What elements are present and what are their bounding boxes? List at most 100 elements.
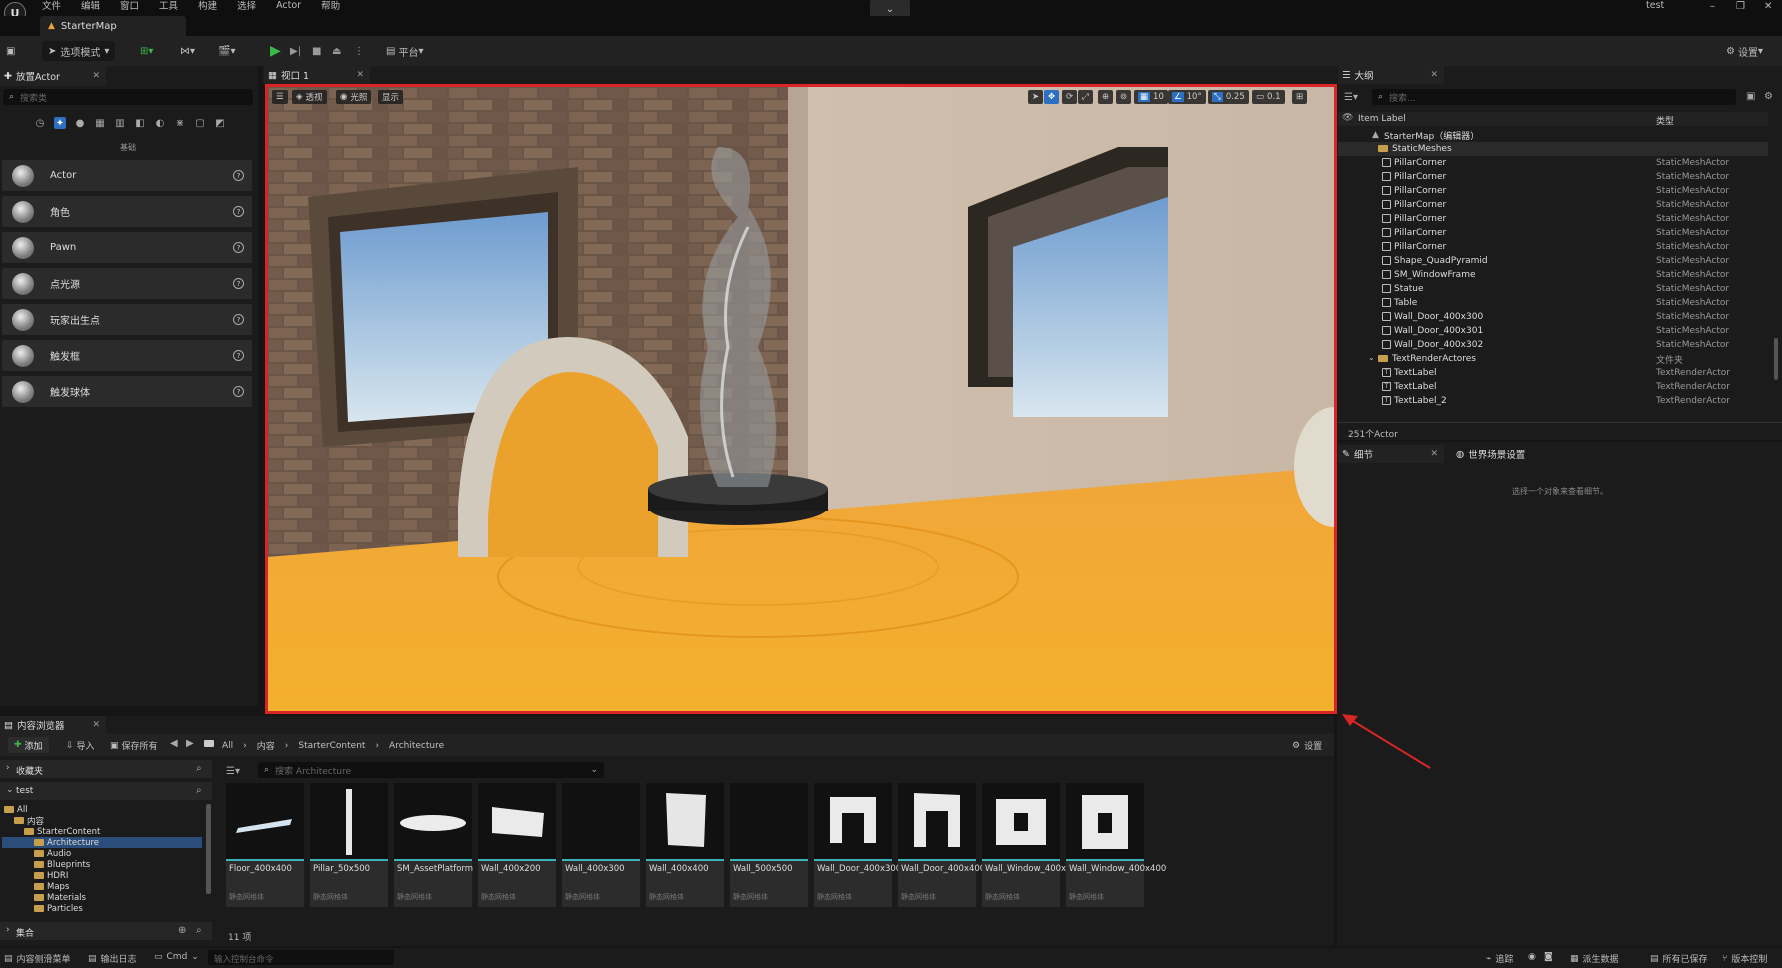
outliner-row[interactable]: T TextLabel_2 TextRenderActor bbox=[1338, 394, 1768, 408]
menu-tools[interactable]: 工具 bbox=[159, 0, 178, 12]
tree-item-maps[interactable]: Maps bbox=[34, 881, 69, 892]
help-icon[interactable]: ? bbox=[233, 242, 244, 253]
actor-item-trigger-box[interactable]: 触发框? bbox=[2, 340, 252, 371]
output-log-button[interactable]: ▤ 输出日志 bbox=[88, 952, 137, 966]
column-type[interactable]: 类型 bbox=[1656, 114, 1674, 127]
add-button[interactable]: ✚ 添加 bbox=[8, 737, 49, 753]
minimize-icon[interactable]: – bbox=[1710, 1, 1715, 12]
outliner-folder-row[interactable]: StaticMeshes bbox=[1338, 142, 1768, 156]
tree-item-materials[interactable]: Materials bbox=[34, 892, 86, 903]
geometry-icon[interactable]: ◧ bbox=[134, 117, 146, 129]
column-item-label[interactable]: Item Label bbox=[1358, 114, 1406, 124]
actor-item-player-start[interactable]: 玩家出生点? bbox=[2, 304, 252, 335]
scale-tool-icon[interactable]: ⤢ bbox=[1078, 90, 1093, 104]
actor-item-actor[interactable]: Actor? bbox=[2, 160, 252, 191]
world-space-icon[interactable]: ⊕ bbox=[1098, 90, 1114, 104]
import-button[interactable]: ⇩ 导入 bbox=[66, 739, 95, 753]
search-icon[interactable]: ⌕ bbox=[196, 785, 202, 796]
favorites-header[interactable]: › 收藏夹 ⌕ bbox=[0, 760, 212, 778]
eject-icon[interactable]: ⏏ bbox=[332, 41, 341, 61]
perspective-button[interactable]: ◈ 透视 bbox=[292, 90, 327, 104]
shapes-icon[interactable]: ▢ bbox=[194, 117, 206, 129]
collections-header[interactable]: › 集合 ⊕ ⌕ bbox=[0, 922, 212, 940]
actor-item-pawn[interactable]: Pawn? bbox=[2, 232, 252, 263]
asset-tile[interactable]: Floor_400x400 静态网格体 bbox=[226, 783, 304, 907]
recent-icon[interactable]: ◷ bbox=[34, 117, 46, 129]
restore-icon[interactable]: ❐ bbox=[1736, 1, 1745, 12]
play-button[interactable]: ▶ bbox=[270, 41, 281, 61]
breadcrumb-item[interactable]: Architecture bbox=[389, 741, 444, 751]
translate-tool-icon[interactable]: ✥ bbox=[1044, 90, 1060, 104]
tab-place-actor[interactable]: ✚ 放置Actor ✕ bbox=[0, 66, 106, 86]
platform-menu[interactable]: ▤ 平台 ▾ bbox=[386, 41, 423, 61]
search-classes-input[interactable]: ⌕ 搜索类 bbox=[3, 89, 253, 105]
outliner-row[interactable]: SM_WindowFrame StaticMeshActor bbox=[1338, 268, 1768, 282]
close-icon[interactable]: ✕ bbox=[1430, 449, 1438, 459]
add-collection-icon[interactable]: ⊕ bbox=[178, 925, 186, 936]
basic-icon[interactable]: ✦ bbox=[54, 117, 66, 129]
outliner-root-row[interactable]: ▲ StarterMap（编辑器） bbox=[1338, 128, 1768, 142]
volumes-icon[interactable]: ◐ bbox=[154, 117, 166, 129]
visibility-icon[interactable]: 👁 bbox=[1342, 113, 1353, 123]
actor-item-trigger-sphere[interactable]: 触发球体? bbox=[2, 376, 252, 407]
back-icon[interactable]: ◀ bbox=[170, 738, 178, 749]
asset-tile[interactable]: Wall_400x300 静态网格体 bbox=[562, 783, 640, 907]
help-icon[interactable]: ? bbox=[233, 314, 244, 325]
grid-snap-button[interactable]: ▦ 10 bbox=[1134, 90, 1168, 104]
asset-tile[interactable]: Wall_500x500 静态网格体 bbox=[730, 783, 808, 907]
asset-tile[interactable]: Wall_Window_400x300 静态网格体 bbox=[982, 783, 1082, 907]
tree-item-content[interactable]: 内容 bbox=[14, 815, 44, 827]
help-icon[interactable]: ? bbox=[233, 386, 244, 397]
breadcrumb-item[interactable]: All bbox=[222, 741, 233, 751]
outliner-row[interactable]: PillarCorner StaticMeshActor bbox=[1338, 156, 1768, 170]
lights-icon[interactable]: ● bbox=[74, 117, 86, 129]
forward-icon[interactable]: ▶ bbox=[186, 738, 194, 749]
tree-item-all[interactable]: All bbox=[4, 804, 28, 815]
tab-viewport-1[interactable]: ▦ 视口 1 ✕ bbox=[264, 66, 370, 84]
gear-icon[interactable]: ⚙ bbox=[1764, 91, 1773, 102]
outliner-row[interactable]: PillarCorner StaticMeshActor bbox=[1338, 184, 1768, 198]
console-input[interactable]: 输入控制台命令 bbox=[208, 950, 394, 965]
menu-build[interactable]: 构建 bbox=[198, 0, 217, 12]
asset-tile[interactable]: SM_AssetPlatform 静态网格体 bbox=[394, 783, 473, 907]
asset-search-input[interactable]: ⌕ 搜索 Architecture ⌄ bbox=[258, 762, 604, 778]
settings-menu[interactable]: ⚙ 设置 ▾ bbox=[1726, 41, 1763, 61]
scale-snap-button[interactable]: ⤡ 0.25 bbox=[1208, 90, 1249, 104]
outliner-row[interactable]: Wall_Door_400x301 StaticMeshActor bbox=[1338, 324, 1768, 338]
more-options-icon[interactable]: ⋮ bbox=[354, 41, 364, 61]
select-tool-icon[interactable]: ➤ bbox=[1028, 90, 1044, 104]
tree-item-architecture[interactable]: Architecture bbox=[2, 837, 202, 848]
close-icon[interactable]: ✕ bbox=[92, 720, 100, 730]
blueprint-icon[interactable]: ⋈▾ bbox=[180, 41, 195, 61]
lighting-button[interactable]: ◉ 光照 bbox=[336, 90, 372, 104]
save-icon[interactable]: ▣ bbox=[6, 41, 15, 61]
viewport-menu-icon[interactable]: ☰ bbox=[272, 90, 288, 104]
add-folder-icon[interactable]: ▣ bbox=[1746, 91, 1755, 102]
cinematics-icon[interactable]: 🎬▾ bbox=[218, 41, 235, 61]
close-icon[interactable]: ✕ bbox=[1764, 1, 1772, 12]
tab-details[interactable]: ✎ 细节 ✕ bbox=[1338, 445, 1444, 463]
project-header[interactable]: ⌄ test ⌕ bbox=[0, 782, 212, 800]
rotation-snap-button[interactable]: ∠ 10° bbox=[1168, 90, 1206, 104]
asset-tile[interactable]: Wall_Window_400x400 静态网格体 bbox=[1066, 783, 1166, 907]
mode-selector[interactable]: ➤ 选项模式 ▾ bbox=[42, 41, 116, 61]
outliner-row[interactable]: PillarCorner StaticMeshActor bbox=[1338, 212, 1768, 226]
derived-data-button[interactable]: ▦ 派生数据 bbox=[1570, 952, 1619, 966]
help-icon[interactable]: ? bbox=[233, 278, 244, 289]
show-button[interactable]: 显示 bbox=[378, 90, 404, 104]
all-classes-icon[interactable]: ⋇ bbox=[174, 117, 186, 129]
stop-icon[interactable]: ■ bbox=[312, 41, 321, 61]
actor-item-point-light[interactable]: 点光源? bbox=[2, 268, 252, 299]
search-icon[interactable]: ⌕ bbox=[196, 763, 202, 774]
content-settings-button[interactable]: ⚙ 设置 bbox=[1292, 739, 1322, 753]
outliner-row[interactable]: PillarCorner StaticMeshActor bbox=[1338, 240, 1768, 254]
content-drawer-button[interactable]: ▤ 内容侧滑菜单 bbox=[4, 952, 71, 966]
camera-icon[interactable]: ◙ bbox=[1544, 952, 1553, 962]
breadcrumb-item[interactable]: 内容 bbox=[257, 739, 275, 752]
menu-actor[interactable]: Actor bbox=[276, 0, 301, 11]
outliner-search-input[interactable]: ⌕ 搜索... bbox=[1372, 89, 1736, 105]
asset-tile[interactable]: Wall_400x400 静态网格体 bbox=[646, 783, 724, 907]
visual-effects-icon[interactable]: ▥ bbox=[114, 117, 126, 129]
outliner-folder-row[interactable]: ⌄ TextRenderActores 文件夹 bbox=[1338, 352, 1768, 366]
surface-snap-icon[interactable]: ⊚ bbox=[1116, 90, 1132, 104]
